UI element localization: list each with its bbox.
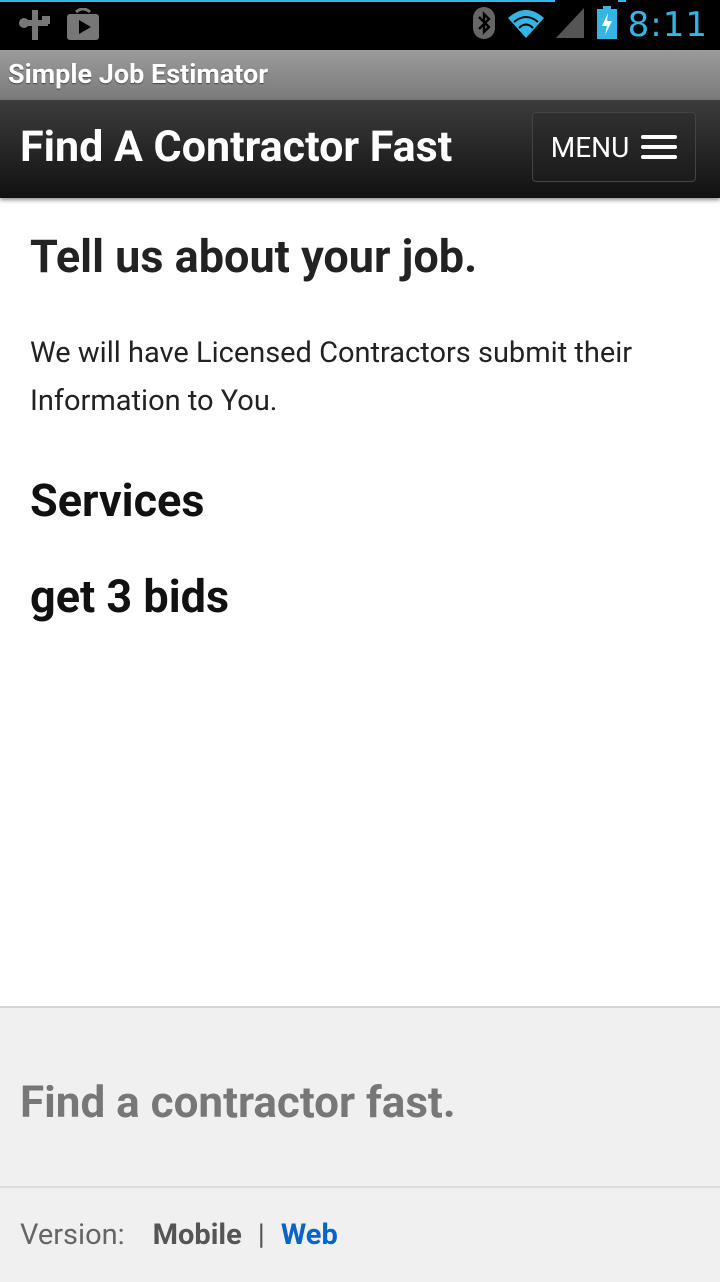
play-store-icon	[66, 7, 100, 46]
main-content: Tell us about your job. We will have Lic…	[30, 230, 690, 623]
wifi-icon	[506, 6, 546, 44]
services-heading: Services	[30, 474, 205, 527]
app-title: Simple Job Estimator	[8, 58, 269, 90]
bluetooth-icon	[472, 6, 496, 44]
signal-icon	[555, 6, 586, 44]
version-switcher: Version: Mobile | Web	[20, 1218, 338, 1252]
version-web-link[interactable]: Web	[281, 1218, 338, 1252]
status-bar-progress-line-2	[618, 0, 626, 2]
app-title-bar: Simple Job Estimator	[0, 50, 720, 100]
usb-icon	[18, 8, 52, 46]
footer-tagline: Find a contractor fast.	[20, 1076, 456, 1128]
site-title[interactable]: Find A Contractor Fast	[20, 122, 452, 172]
status-bar-notifications	[18, 7, 100, 46]
footer-divider	[0, 1186, 720, 1188]
status-bar-system: 8:11	[472, 4, 708, 46]
clock: 8:11	[627, 5, 708, 45]
status-bar: 8:11	[0, 0, 720, 50]
bids-heading: get 3 bids	[30, 570, 230, 623]
site-header: Find A Contractor Fast MENU	[0, 100, 720, 198]
version-separator: |	[257, 1218, 265, 1252]
intro-text: We will have Licensed Contractors submit…	[30, 336, 633, 418]
page-heading: Tell us about your job.	[30, 230, 478, 283]
hamburger-icon	[641, 135, 678, 159]
status-bar-progress-line	[0, 0, 555, 2]
version-mobile: Mobile	[152, 1218, 242, 1252]
battery-charging-icon	[596, 6, 618, 44]
menu-button[interactable]: MENU	[532, 112, 696, 182]
version-label: Version:	[20, 1218, 125, 1252]
footer: Find a contractor fast. Version: Mobile …	[0, 1006, 720, 1282]
menu-button-label: MENU	[550, 130, 630, 164]
